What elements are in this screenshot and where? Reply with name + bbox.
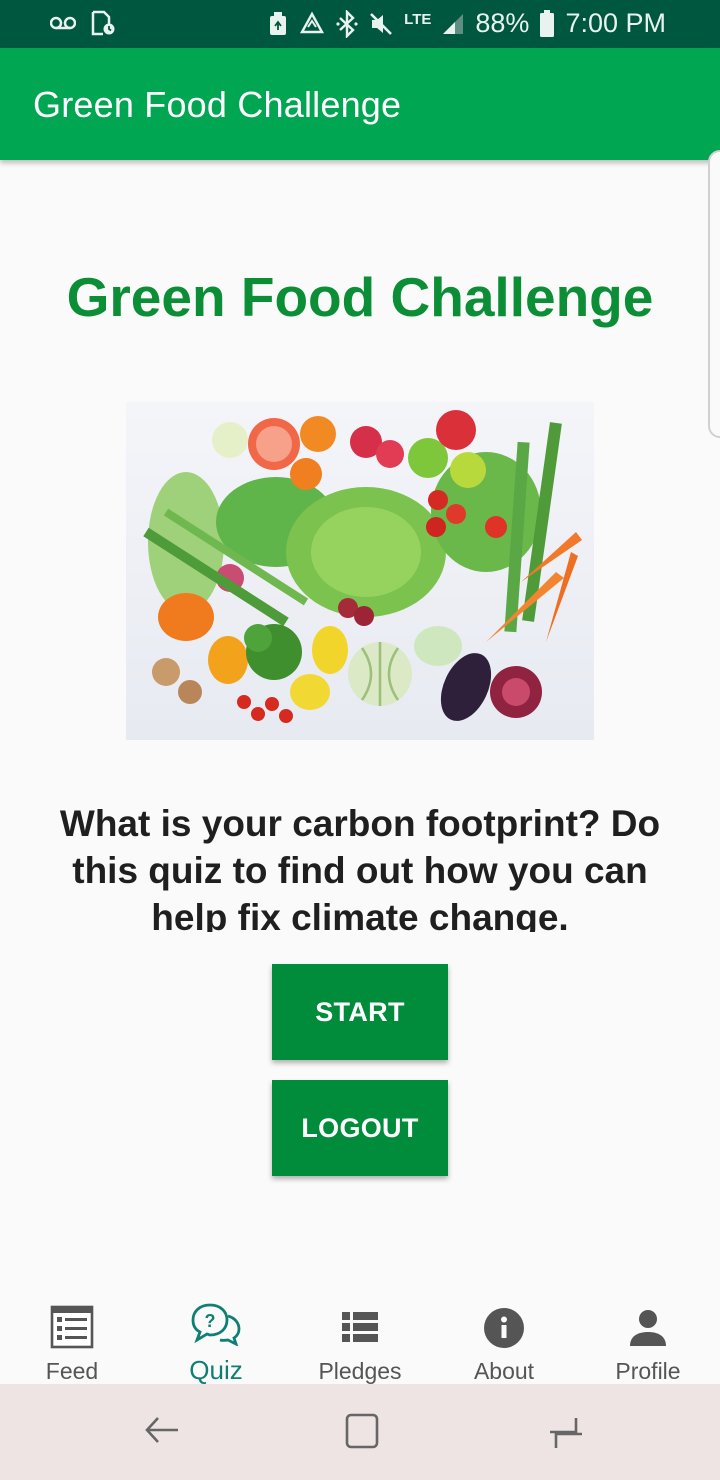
- info-icon: [484, 1308, 524, 1353]
- battery-percent: 88%: [475, 8, 530, 38]
- intro-text: What is your carbon footprint? Do this q…: [59, 803, 661, 932]
- tab-pledges[interactable]: Pledges: [288, 1290, 432, 1384]
- back-icon[interactable]: [144, 1412, 180, 1457]
- page-title: Green Food Challenge: [66, 266, 654, 328]
- tab-feed[interactable]: Feed: [0, 1290, 144, 1384]
- bluetooth-icon: [336, 9, 358, 38]
- tab-profile-label: Profile: [615, 1358, 681, 1384]
- app-bar-title: Green Food Challenge: [33, 84, 402, 125]
- tab-about[interactable]: About: [432, 1290, 576, 1384]
- bottom-navigation: Feed ? Quiz Pledges About Profile: [0, 1290, 720, 1385]
- mute-icon: [368, 11, 394, 37]
- tab-profile[interactable]: Profile: [576, 1290, 720, 1384]
- app-bar: Green Food Challenge: [0, 48, 720, 160]
- tab-pledges-label: Pledges: [318, 1358, 402, 1384]
- start-button[interactable]: START: [272, 964, 448, 1060]
- tab-feed-label: Feed: [45, 1358, 99, 1384]
- network-label: LTE: [404, 11, 432, 28]
- clock: 7:00 PM: [565, 8, 666, 38]
- system-navigation-bar: [0, 1384, 720, 1480]
- pledges-icon: [342, 1312, 378, 1347]
- voicemail-icon: [50, 15, 76, 31]
- feed-icon: [49, 1304, 95, 1355]
- recents-icon[interactable]: [546, 1412, 586, 1457]
- sync-icon: [298, 11, 326, 37]
- quiz-icon: ?: [190, 1302, 242, 1351]
- nfc-icon: [268, 11, 288, 37]
- signal-icon: [441, 12, 465, 36]
- profile-icon: [630, 1310, 666, 1351]
- svg-text:?: ?: [205, 1311, 216, 1331]
- tab-about-label: About: [473, 1358, 535, 1384]
- home-icon[interactable]: [344, 1412, 380, 1457]
- tab-quiz-label: Quiz: [189, 1355, 243, 1385]
- sim-icon: [90, 10, 116, 36]
- status-bar: LTE 88% 7:00 PM: [0, 0, 720, 48]
- tab-quiz[interactable]: ? Quiz: [144, 1290, 288, 1385]
- battery-icon: [539, 9, 555, 38]
- logout-button[interactable]: LOGOUT: [272, 1080, 448, 1176]
- vegetables-image: [126, 402, 594, 740]
